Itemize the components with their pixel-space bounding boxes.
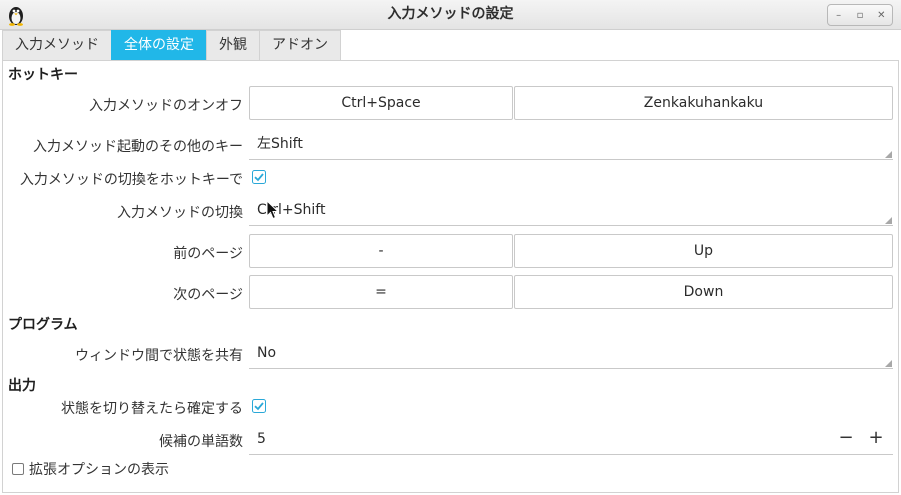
switch-im-combo[interactable]: Ctrl+Shift: [249, 196, 893, 226]
prev-page-key-2-button[interactable]: Up: [514, 234, 893, 268]
candidate-count-spinbox[interactable]: 5 − +: [249, 425, 893, 455]
next-page-label: 次のページ: [173, 287, 243, 303]
next-page-key-2-button[interactable]: Down: [514, 275, 893, 309]
window-title: 入力メソッドの設定: [387, 6, 514, 22]
tab-bar: 入力メソッド 全体の設定 外観 アドオン: [2, 30, 341, 60]
candidate-count-label: 候補の単語数: [159, 434, 243, 450]
extra-activate-label: 入力メソッド起動のその他のキー: [33, 139, 243, 155]
extra-activate-value: 左Shift: [257, 136, 303, 152]
show-advanced-option[interactable]: 拡張オプションの表示: [12, 459, 169, 479]
dropdown-corner-icon: [885, 360, 892, 367]
share-state-value: No: [257, 345, 277, 361]
section-output-heading: 出力: [8, 378, 36, 394]
tab-addons[interactable]: アドオン: [259, 30, 341, 60]
toggle-key-2-button[interactable]: Zenkakuhankaku: [514, 86, 893, 120]
title-bar[interactable]: 入力メソッドの設定 – ▫ ✕: [0, 0, 901, 30]
dropdown-corner-icon: [885, 151, 892, 158]
close-button[interactable]: ✕: [871, 5, 892, 25]
toggle-key-1-button[interactable]: Ctrl+Space: [249, 86, 513, 120]
decrement-button[interactable]: −: [837, 429, 855, 447]
extra-activate-combo[interactable]: 左Shift: [249, 130, 893, 160]
prev-page-label: 前のページ: [173, 246, 243, 262]
show-advanced-label: 拡張オプションの表示: [29, 462, 169, 478]
share-state-label: ウィンドウ間で状態を共有: [75, 348, 243, 364]
candidate-count-value: 5: [257, 431, 266, 447]
prev-page-key-1-button[interactable]: -: [249, 234, 513, 268]
commit-on-switch-label: 状態を切り替えたら確定する: [61, 401, 243, 417]
tab-appearance[interactable]: 外観: [206, 30, 260, 60]
increment-button[interactable]: +: [867, 429, 885, 447]
section-hotkey-heading: ホットキー: [8, 67, 78, 83]
switch-im-label: 入力メソッドの切換: [117, 205, 243, 221]
maximize-button[interactable]: ▫: [849, 5, 870, 25]
enable-switch-checkbox[interactable]: [252, 170, 266, 184]
next-page-key-1-button[interactable]: =: [249, 275, 513, 309]
window-controls: – ▫ ✕: [827, 4, 893, 26]
dropdown-corner-icon: [885, 217, 892, 224]
show-advanced-checkbox[interactable]: [12, 463, 24, 475]
commit-on-switch-checkbox[interactable]: [252, 399, 266, 413]
tab-global-config[interactable]: 全体の設定: [111, 30, 207, 60]
toggle-im-label: 入力メソッドのオンオフ: [89, 98, 243, 114]
tab-input-methods[interactable]: 入力メソッド: [2, 30, 112, 60]
mouse-pointer-icon: [266, 200, 280, 220]
share-state-combo[interactable]: No: [249, 339, 893, 369]
section-program-heading: プログラム: [8, 317, 78, 333]
enable-switch-label: 入力メソッドの切換をホットキーで: [19, 172, 243, 188]
minimize-button[interactable]: –: [828, 5, 849, 25]
